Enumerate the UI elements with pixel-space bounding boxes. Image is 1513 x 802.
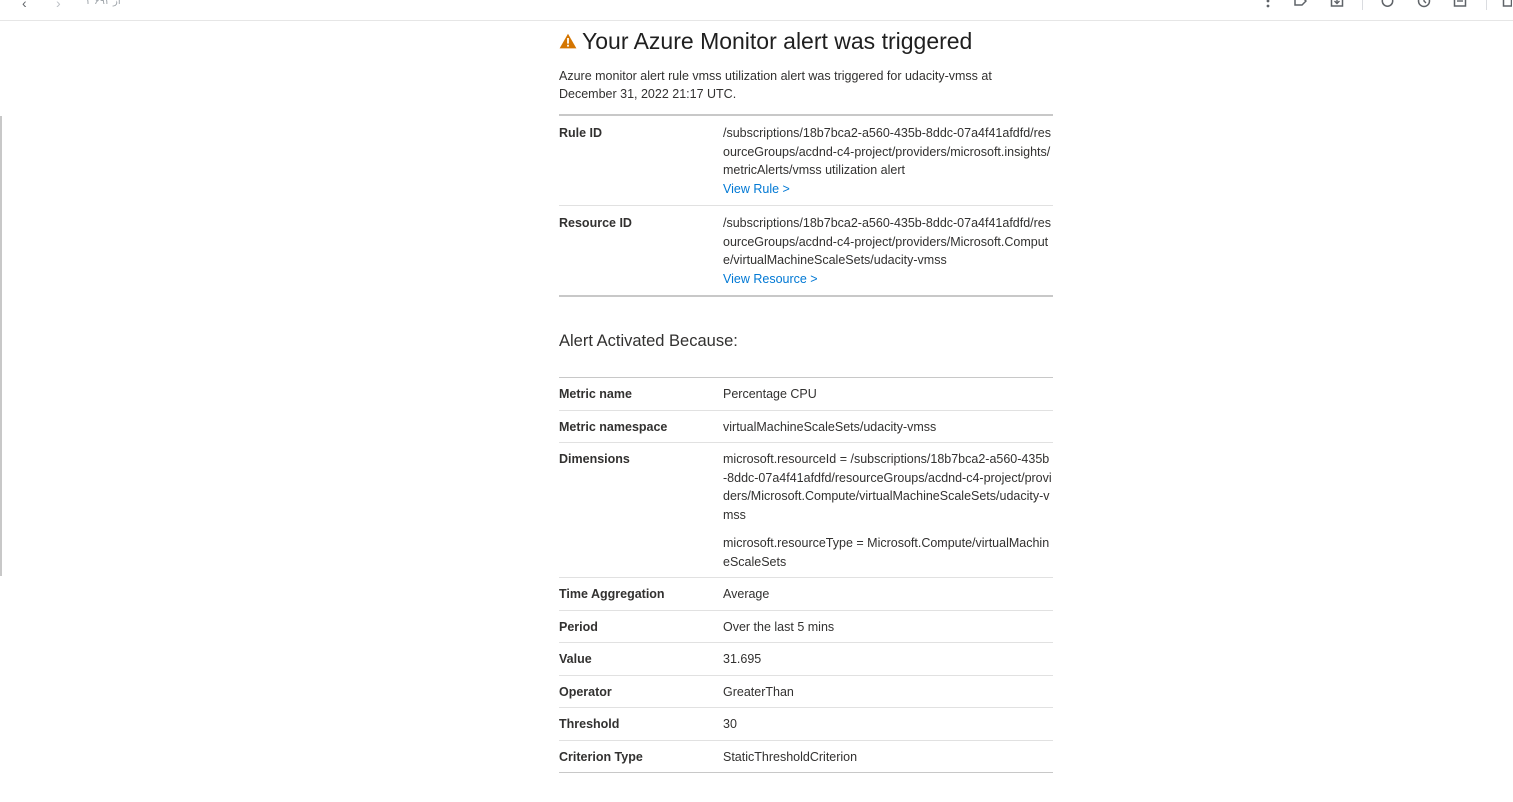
alert-details-table: Metric name Percentage CPU Metric namesp… [559,377,1053,773]
mail-toolbar: ‹ › ۲ از ۶۹۲ [0,0,1513,21]
left-pane-border [0,116,2,576]
resource-id-label: Resource ID [559,205,723,296]
toolbar-divider [1362,0,1363,10]
add-task-icon[interactable] [1381,0,1395,8]
archive-icon[interactable] [1330,0,1344,8]
view-rule-link[interactable]: View Rule > [723,182,790,196]
rule-id-value: /subscriptions/18b7bca2-a560-435b-8ddc-0… [723,126,1052,177]
dimensions-label: Dimensions [559,442,723,578]
period-label: Period [559,609,723,643]
dimension-resource-id: microsoft.resourceId = /subscriptions/18… [723,452,1052,522]
threshold-value: 30 [723,707,1053,740]
forward-arrow-icon[interactable]: › [56,0,61,10]
criterion-type-value: StaticThresholdCriterion [723,739,1053,773]
alert-intro-text: Azure monitor alert rule vmss utilizatio… [559,69,992,101]
view-resource-link[interactable]: View Resource > [723,272,818,286]
rule-id-label: Rule ID [559,126,603,140]
metric-name-label: Metric name [559,387,632,401]
operator-label: Operator [559,674,723,708]
label-icon[interactable] [1293,0,1307,8]
back-arrow-icon[interactable]: ‹ [22,0,27,10]
toolbar-divider [1486,0,1487,10]
criterion-type-label: Criterion Type [559,739,723,773]
alert-ids-table: Rule ID /subscriptions/18b7bca2-a560-435… [559,114,1053,297]
more-vert-icon[interactable] [1261,0,1275,8]
dimension-resource-type: microsoft.resourceType = Microsoft.Compu… [723,536,1050,569]
rule-id-row: Rule ID /subscriptions/18b7bca2-a560-435… [559,115,1053,206]
table-row: Time Aggregation Average [559,577,1053,610]
pager-count: ۲ از ۶۹۲ [86,0,121,7]
metric-namespace-label: Metric namespace [559,409,723,443]
time-aggregation-value: Average [723,577,1053,610]
table-row: Criterion Type StaticThresholdCriterion [559,739,1053,773]
table-row: Dimensions microsoft.resourceId = /subsc… [559,442,1053,578]
table-row: Metric namespace virtualMachineScaleSets… [559,409,1053,443]
threshold-label: Threshold [559,707,723,740]
value-label: Value [559,642,723,675]
move-to-icon[interactable] [1453,0,1467,8]
table-row: Value 31.695 [559,642,1053,675]
delete-icon[interactable] [1502,0,1512,8]
warning-icon [559,33,577,49]
operator-value: GreaterThan [723,674,1053,708]
table-row: Threshold 30 [559,707,1053,740]
email-title: Your Azure Monitor alert was triggered [582,27,973,54]
table-row: Period Over the last 5 mins [559,609,1053,643]
metric-name-value: Percentage CPU [723,387,817,401]
table-row: Metric name Percentage CPU [559,378,1053,411]
metric-namespace-value: virtualMachineScaleSets/udacity-vmss [723,409,1053,443]
period-value: Over the last 5 mins [723,609,1053,643]
time-aggregation-label: Time Aggregation [559,577,723,610]
table-row: Operator GreaterThan [559,674,1053,708]
snooze-clock-icon[interactable] [1417,0,1431,8]
email-title-row: Your Azure Monitor alert was triggered [559,24,1053,58]
alert-email-body: Your Azure Monitor alert was triggered A… [559,24,1053,773]
resource-id-row: Resource ID /subscriptions/18b7bca2-a560… [559,205,1053,296]
resource-id-value: /subscriptions/18b7bca2-a560-435b-8ddc-0… [723,216,1052,267]
value-value: 31.695 [723,642,1053,675]
section-heading: Alert Activated Because: [559,332,738,350]
